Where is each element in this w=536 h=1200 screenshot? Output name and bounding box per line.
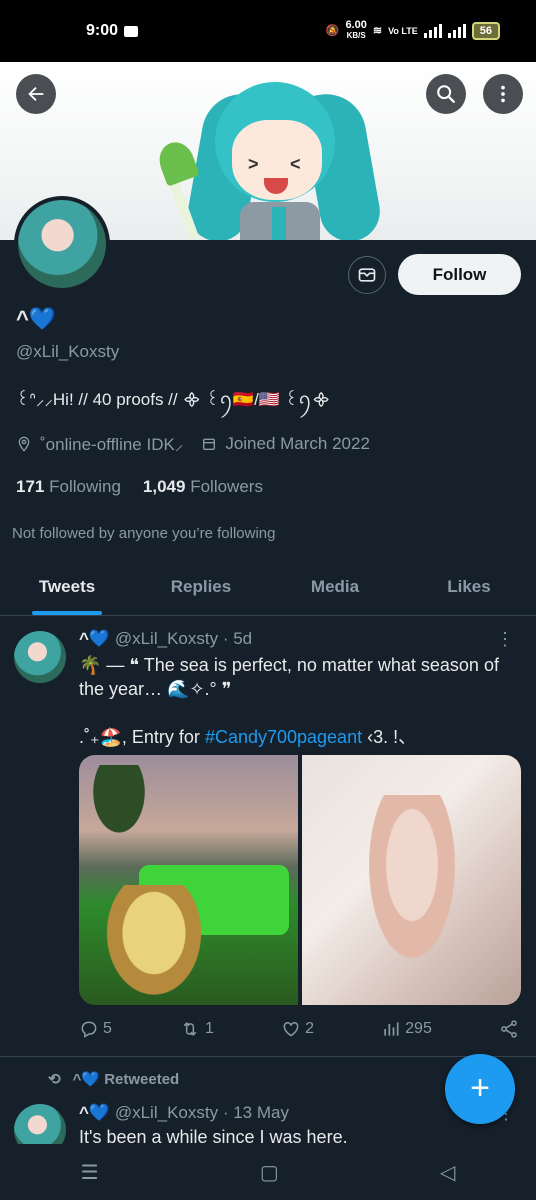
followers-count: 1,049 <box>142 477 186 496</box>
following-label: Following <box>49 477 121 496</box>
banner-figure-eye-right: < <box>290 154 301 174</box>
tweet-image-1[interactable] <box>79 755 298 1005</box>
banner-figure-tie <box>272 207 286 240</box>
status-icons: 🔕 6.00 KB/S ≋ Vo LTE 56 <box>326 20 500 41</box>
retweet-icon: ⟲ <box>48 1071 61 1088</box>
palm-tree-shape <box>79 765 159 855</box>
search-button[interactable] <box>426 74 466 114</box>
tweet-actions: 5 1 2 295 <box>79 1019 519 1039</box>
wifi-icon: ≋ <box>372 25 383 37</box>
tweet-text-line2: .˚₊🏖️, Entry for #Candy700pageant ‹3. !、 <box>79 723 416 749</box>
profile-bio: ꒰ᐢ⸝⸝Hi! // 40 proofs // ᯽ ꒰ꪆ🇪🇸/🇺🇸 ꒰ꪆ᯽ <box>16 390 331 409</box>
tab-likes[interactable]: Likes <box>402 560 536 615</box>
tweet[interactable]: ^💙 @xLil_Koxsty · 5d ⋮ 🌴 — ❝ The sea is … <box>0 617 536 1057</box>
retweeted-label: Retweeted <box>104 1071 180 1088</box>
profile-handle: @xLil_Koxsty <box>16 342 120 361</box>
volte-label: Vo LTE <box>388 25 418 36</box>
net-speed: 6.00 KB/S <box>345 19 367 41</box>
not-followed-note: Not followed by anyone you’re following <box>12 525 276 542</box>
tweet-avatar[interactable] <box>14 631 66 683</box>
status-bar: 9:00 🔕 6.00 KB/S ≋ Vo LTE 56 <box>0 0 536 62</box>
reply-button[interactable]: 5 <box>79 1019 112 1039</box>
tweet-author-name[interactable]: ^💙 <box>79 1103 110 1122</box>
tab-label: Tweets <box>38 577 96 596</box>
tweet-media <box>79 755 521 1005</box>
tweet-author-handle: @xLil_Koxsty <box>114 629 219 648</box>
display-name: ^💙 <box>16 306 57 331</box>
tweet-author-name[interactable]: ^💙 <box>79 629 110 648</box>
tab-label: Likes <box>447 577 491 596</box>
tab-media[interactable]: Media <box>268 560 402 615</box>
follow-button[interactable]: Follow <box>398 254 521 295</box>
profile-avatar[interactable] <box>14 196 110 292</box>
share-button[interactable] <box>499 1019 519 1039</box>
heart-icon <box>283 1021 299 1037</box>
mute-icon: 🔕 <box>325 25 340 37</box>
retweet-count: 1 <box>205 1020 214 1037</box>
profile-meta: ˚online-offline IDK⸝ Joined March 2022 <box>16 432 370 455</box>
signal-icon <box>423 23 442 38</box>
arrow-left-icon <box>28 86 44 102</box>
reply-icon <box>81 1021 97 1038</box>
avatar-character-shape <box>352 795 472 995</box>
retweet-icon <box>183 1022 197 1036</box>
views-chart-icon <box>384 1022 399 1036</box>
back-button[interactable] <box>16 74 56 114</box>
message-icon <box>124 26 138 37</box>
tweet-time: · 5d <box>222 629 253 648</box>
avatar-character-shape <box>99 885 209 1005</box>
calendar-icon <box>203 438 216 450</box>
location-icon <box>18 436 30 452</box>
retweeted-indicator: ⟲ ^💙 Retweeted <box>48 1070 179 1088</box>
view-count: 295 <box>405 1020 432 1037</box>
tab-label: Media <box>310 577 360 596</box>
followers-label: Followers <box>190 477 263 496</box>
home-icon[interactable]: ▢ <box>260 1160 279 1185</box>
tab-replies[interactable]: Replies <box>134 560 268 615</box>
tab-tweets[interactable]: Tweets <box>0 560 134 615</box>
views-button[interactable]: 295 <box>381 1019 432 1039</box>
battery-icon: 56 <box>471 21 500 40</box>
following-link[interactable]: 171 Following <box>16 477 121 497</box>
tweet-time: · 13 May <box>222 1103 289 1122</box>
follow-counts: 171 Following 1,049 Followers <box>16 477 263 497</box>
tab-indicator <box>32 611 102 615</box>
banner-figure-eye-left: > <box>248 154 259 174</box>
tab-label: Replies <box>170 577 232 596</box>
retweet-button[interactable]: 1 <box>179 1019 214 1039</box>
message-button[interactable] <box>348 256 386 294</box>
search-icon <box>437 85 455 103</box>
back-nav-icon[interactable]: ◁ <box>440 1160 455 1185</box>
compose-tweet-button[interactable]: + <box>445 1054 515 1124</box>
recent-apps-icon[interactable]: ☰ <box>81 1160 99 1185</box>
tweet-text-suffix: ‹3. !、 <box>362 727 417 747</box>
tweet-image-2[interactable] <box>302 755 521 1005</box>
tweet-more-icon[interactable]: ⋮ <box>496 629 514 650</box>
share-icon <box>501 1020 517 1038</box>
followers-link[interactable]: 1,049 Followers <box>143 477 263 497</box>
more-options-button[interactable] <box>483 74 523 114</box>
tweet-header: ^💙 @xLil_Koxsty · 13 May <box>79 1103 289 1123</box>
like-button[interactable]: 2 <box>281 1019 314 1039</box>
status-time: 9:00 <box>86 22 119 39</box>
reply-count: 5 <box>103 1020 112 1037</box>
tweet-author-handle: @xLil_Koxsty <box>114 1103 219 1122</box>
retweeter-name[interactable]: ^💙 <box>73 1071 100 1088</box>
profile-joined: Joined March 2022 <box>225 433 370 453</box>
system-nav-bar: ☰ ▢ ◁ <box>0 1144 536 1200</box>
signal-icon-2 <box>447 23 466 38</box>
envelope-icon <box>358 268 376 282</box>
tweet-header: ^💙 @xLil_Koxsty · 5d <box>79 629 252 649</box>
more-vertical-icon <box>501 85 505 103</box>
profile-location: ˚online-offline IDK⸝ <box>40 435 184 454</box>
hashtag-link[interactable]: #Candy700pageant <box>205 727 362 747</box>
following-count: 171 <box>16 477 45 496</box>
tweet-text: 🌴 — ❝ The sea is perfect, no matter what… <box>79 655 499 699</box>
profile-tabs: Tweets Replies Media Likes <box>0 560 536 616</box>
like-count: 2 <box>305 1020 314 1037</box>
tweet-text-prefix: .˚₊🏖️, Entry for <box>79 727 205 747</box>
